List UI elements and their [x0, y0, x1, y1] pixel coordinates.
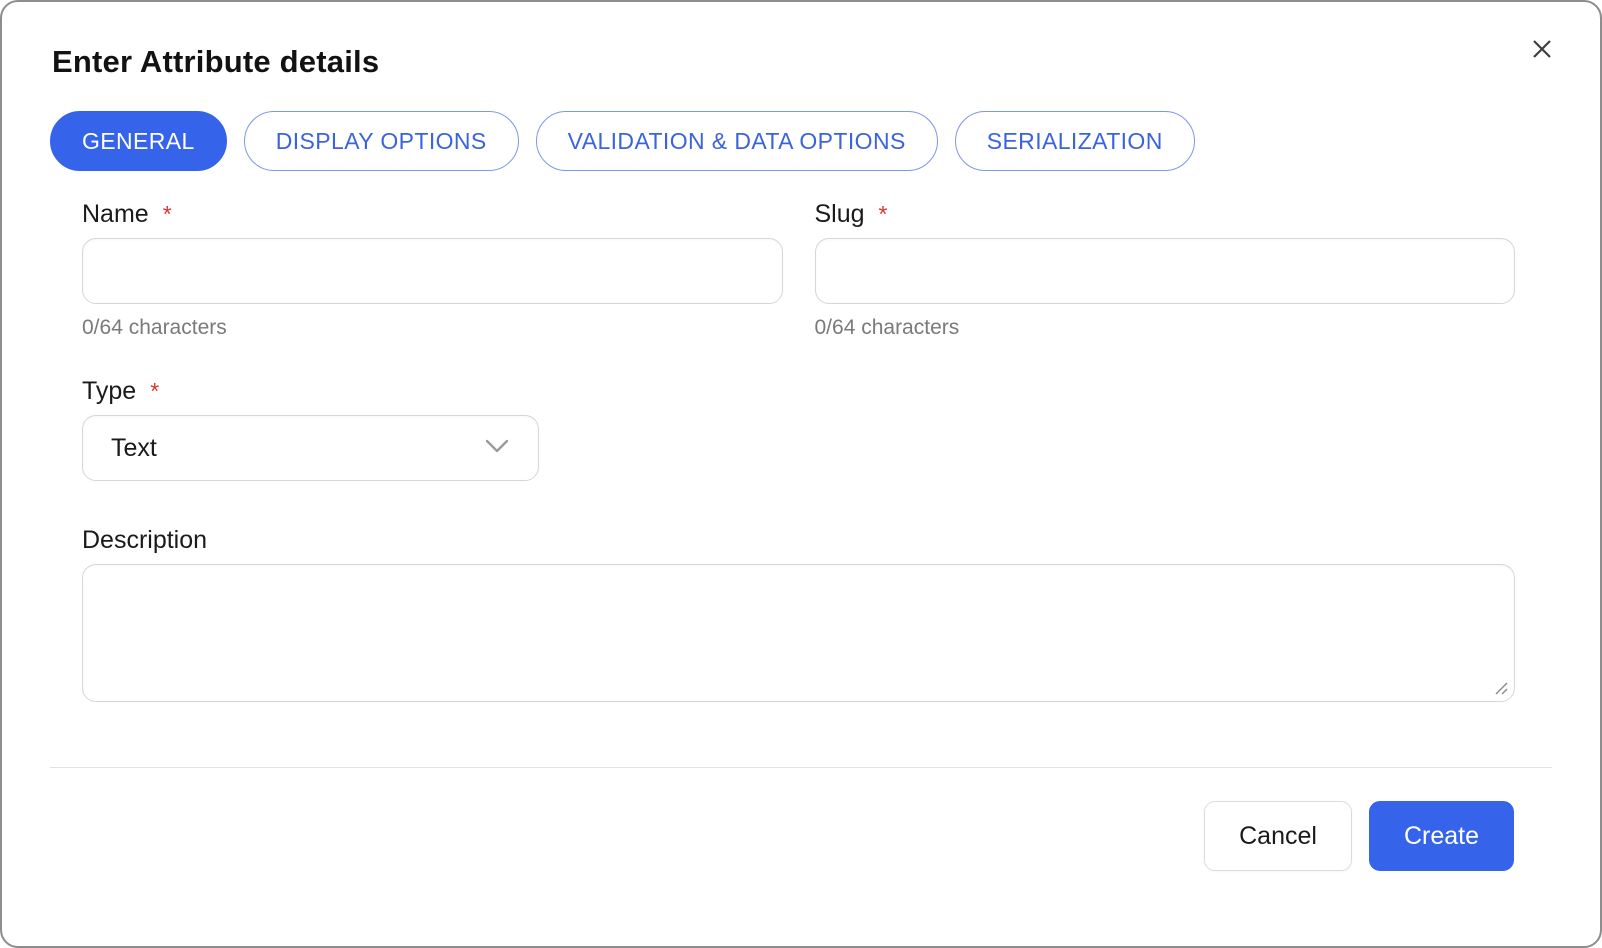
- name-label-row: Name *: [82, 200, 783, 229]
- description-label-row: Description: [82, 526, 1515, 555]
- type-field-group: Type * Text: [82, 377, 1515, 481]
- create-button[interactable]: Create: [1369, 801, 1514, 871]
- resize-handle-icon[interactable]: [1493, 680, 1509, 696]
- slug-field-group: Slug * 0/64 characters: [815, 200, 1516, 340]
- slug-label: Slug: [815, 200, 865, 229]
- footer-divider: [50, 767, 1552, 768]
- name-input[interactable]: [82, 238, 783, 304]
- type-label-row: Type *: [82, 377, 1515, 406]
- close-button[interactable]: [1528, 36, 1556, 64]
- slug-label-row: Slug *: [815, 200, 1516, 229]
- name-field-group: Name * 0/64 characters: [82, 200, 783, 340]
- description-field-group: Description: [82, 526, 1515, 702]
- tab-general[interactable]: GENERAL: [50, 111, 227, 171]
- description-textarea[interactable]: [82, 564, 1515, 702]
- tab-bar: GENERAL DISPLAY OPTIONS VALIDATION & DAT…: [2, 111, 1600, 171]
- dialog-footer: Cancel Create: [2, 801, 1600, 871]
- name-required-asterisk: *: [163, 200, 172, 227]
- description-label: Description: [82, 526, 207, 555]
- chevron-down-icon: [484, 438, 510, 459]
- dialog-title: Enter Attribute details: [52, 44, 1552, 80]
- slug-char-counter: 0/64 characters: [815, 316, 1516, 340]
- tab-validation-data-options[interactable]: VALIDATION & DATA OPTIONS: [536, 111, 938, 171]
- slug-input[interactable]: [815, 238, 1516, 304]
- description-textarea-wrap: [82, 564, 1515, 702]
- type-label: Type: [82, 377, 136, 406]
- name-char-counter: 0/64 characters: [82, 316, 783, 340]
- type-required-asterisk: *: [150, 377, 159, 404]
- cancel-button[interactable]: Cancel: [1204, 801, 1352, 871]
- close-icon: [1531, 38, 1553, 63]
- tab-display-options[interactable]: DISPLAY OPTIONS: [244, 111, 519, 171]
- tab-serialization[interactable]: SERIALIZATION: [955, 111, 1195, 171]
- general-form: Name * 0/64 characters Slug * 0/64 chara…: [2, 200, 1600, 702]
- slug-required-asterisk: *: [879, 200, 888, 227]
- name-slug-row: Name * 0/64 characters Slug * 0/64 chara…: [82, 200, 1515, 340]
- dialog-header: Enter Attribute details: [2, 2, 1600, 80]
- type-select[interactable]: Text: [82, 415, 539, 481]
- name-label: Name: [82, 200, 149, 229]
- type-selected-value: Text: [111, 434, 157, 463]
- attribute-details-dialog: Enter Attribute details GENERAL DISPLAY …: [0, 0, 1602, 948]
